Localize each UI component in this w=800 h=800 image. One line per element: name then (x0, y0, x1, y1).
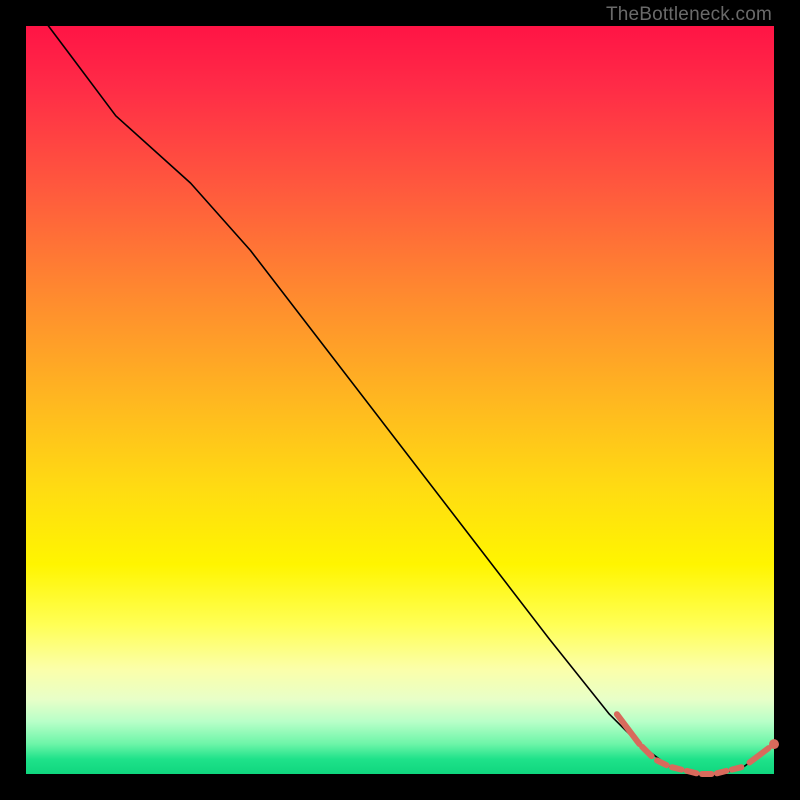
marker-dash (672, 767, 682, 769)
chart-stage: TheBottleneck.com (0, 0, 800, 800)
marker-dot (769, 739, 779, 749)
marker-dash (642, 747, 652, 757)
chart-overlay (26, 26, 774, 774)
marker-dash (687, 771, 697, 773)
marker-dash (750, 748, 769, 762)
watermark-text: TheBottleneck.com (606, 4, 772, 26)
marker-dash (732, 767, 742, 769)
bottleneck-curve (26, 0, 774, 774)
marker-dash (617, 714, 640, 744)
marker-layer (617, 714, 779, 774)
marker-dash (717, 771, 727, 773)
marker-dash (657, 760, 667, 765)
